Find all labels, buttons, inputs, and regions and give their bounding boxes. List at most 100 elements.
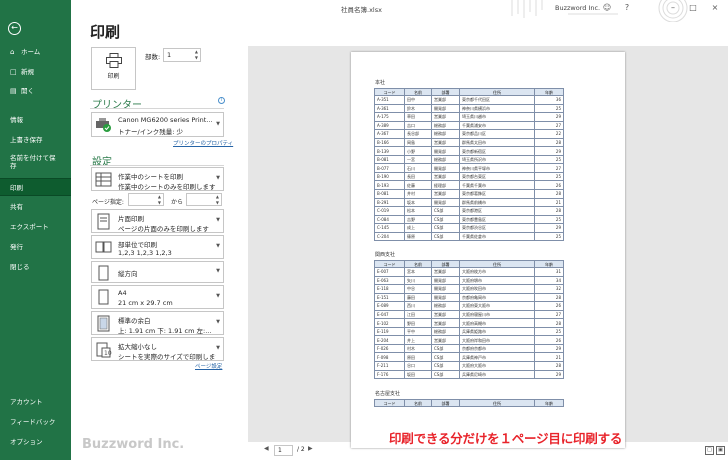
table-row: F-026 村木 CS部 京都府京都市 29 [374, 343, 564, 354]
table-cell: 31 [534, 267, 564, 277]
col-header: 年齢 [534, 88, 564, 96]
table-cell: E-204 [374, 335, 405, 345]
collate-select[interactable]: 部単位で印刷 1,2,3 1,2,3 1,2,3 ▼ [91, 235, 224, 259]
print-button-label: 印刷 [107, 73, 120, 80]
data-table: コード 名前 部署 住所 年齢 A-351 田中 営業部 東京都千代田区 36 A-361… [374, 88, 564, 242]
info-icon[interactable]: i [218, 97, 225, 104]
table-cell: 一宮 [404, 154, 432, 165]
title-bar: 社員名簿.xlsx Buzzword Inc. ☺ ? – □ × [71, 0, 728, 22]
pages-from-field[interactable]: ▲ ▼ [128, 193, 164, 206]
table-row: E-119 平中 総務部 兵庫県姫路市 25 [374, 326, 564, 337]
nav-item-account[interactable]: アカウント [0, 393, 71, 411]
table-row: E-047 江田 営業部 大阪府寝屋川市 27 [374, 309, 564, 320]
table-cell: 25 [534, 154, 564, 165]
table-cell: 総務部 [431, 326, 460, 337]
table-cell: 29 [534, 112, 564, 122]
setting-line1: 作業中のシートを印刷 [118, 173, 183, 181]
smiley-icon[interactable]: ☺ [602, 3, 612, 13]
table-row: B-291 坂本 開発部 群馬県前橋市 21 [374, 197, 564, 208]
table-cell: 32 [534, 284, 564, 294]
nav-item-new[interactable]: □ 新規 [0, 63, 71, 81]
table-cell: A-389 [374, 120, 405, 131]
table-cell: E-102 [374, 318, 405, 328]
table-cell: 宮本 [404, 267, 432, 277]
table-row: E-118 中谷 開発部 大阪府吹田市 32 [374, 284, 564, 294]
table-cell: 大阪府高槻市 [459, 318, 535, 328]
close-icon[interactable]: × [710, 3, 720, 13]
nav-item-print[interactable]: 印刷 [0, 178, 71, 196]
table-cell: 28 [534, 361, 564, 371]
col-header: コード [374, 399, 405, 407]
print-what-select[interactable]: 作業中のシートを印刷 作業中のシートのみを印刷します ▼ [91, 167, 224, 191]
nav-item-publish[interactable]: 発行 [0, 238, 71, 256]
chevron-down-icon: ▼ [216, 175, 220, 181]
spin-arrows-icon[interactable]: ▲ ▼ [216, 194, 219, 206]
table-cell: 29 [534, 343, 564, 354]
table-cell: 佐藤 [404, 180, 432, 190]
minimize-icon[interactable]: – [668, 3, 678, 13]
setting-line1: 拡大縮小なし [118, 343, 157, 351]
table-cell: CS部 [431, 352, 460, 362]
table-cell: 営業部 [431, 335, 460, 345]
scaling-select[interactable]: 100 拡大縮小なし シートを実際のサイズで印刷します ▼ [91, 337, 224, 361]
nav-item-export[interactable]: エクスポート [0, 218, 71, 236]
account-name[interactable]: Buzzword Inc. [555, 4, 600, 12]
table-cell: 29 [534, 223, 564, 233]
table-cell: 29 [534, 369, 564, 380]
orientation-select[interactable]: 縦方向 ▼ [91, 261, 224, 283]
nav-item-home[interactable]: ⌂ ホーム [0, 43, 71, 61]
table-cell: 25 [534, 171, 564, 182]
table-cell: 28 [534, 137, 564, 148]
table-cell: CS部 [431, 223, 460, 233]
table-cell: F-176 [374, 369, 405, 380]
setting-line1: 縦方向 [118, 270, 138, 278]
table-cell: 井上 [404, 335, 432, 345]
table-cell: 岡島 [404, 137, 432, 148]
table-cell: 東京都新宿区 [459, 146, 535, 156]
paper-size-select[interactable]: A4 21 cm x 29.7 cm ▼ [91, 285, 224, 309]
nav-item-save-as[interactable]: 名前を付けて保存 [0, 151, 71, 173]
table-cell: CS部 [431, 206, 460, 216]
table-cell: E-118 [374, 284, 405, 294]
nav-item-share[interactable]: 共有 [0, 198, 71, 216]
show-margins-icon[interactable]: □ [705, 446, 714, 455]
copies-stepper[interactable]: 1 ▲ ▼ [163, 48, 201, 62]
margins-select[interactable]: 標準の余白 上: 1.91 cm 下: 1.91 cm 左:... ▼ [91, 311, 224, 335]
printer-select[interactable]: Canon MG6200 series Print... トナー/インク残量: … [91, 112, 224, 137]
table-row: A-351 田中 営業部 東京都千代田区 36 [374, 95, 564, 105]
page-setup-link[interactable]: ページ設定 [195, 362, 222, 370]
spin-arrows-icon[interactable]: ▲ ▼ [158, 194, 161, 206]
back-arrow-icon[interactable]: ← [8, 22, 21, 35]
zoom-to-page-icon[interactable]: ▣ [716, 446, 725, 455]
prev-page-icon[interactable]: ◀ [264, 445, 269, 452]
table-cell: 25 [534, 103, 564, 114]
col-header: コード [374, 88, 405, 96]
restore-icon[interactable]: □ [688, 3, 698, 13]
table-cell: 営業部 [431, 95, 460, 105]
nav-item-save[interactable]: 上書き保存 [0, 131, 71, 149]
table-cell: 経理部 [431, 180, 460, 190]
help-icon[interactable]: ? [622, 3, 632, 13]
sides-select[interactable]: 片面印刷 ページの片面のみを印刷します ▼ [91, 209, 224, 233]
table-cell: CS部 [431, 214, 460, 225]
table-row: E-151 藤田 開発部 京都府亀岡市 28 [374, 292, 564, 303]
nav-item-feedback[interactable]: フィードバック [0, 413, 71, 431]
table-row: B-077 石川 開発部 神奈川県平塚市 27 [374, 163, 564, 173]
nav-item-open[interactable]: ▤ 開く [0, 82, 71, 100]
nav-label: フィードバック [10, 418, 56, 426]
table-cell: 長谷部 [404, 129, 432, 139]
pages-to-field[interactable]: ▲ ▼ [186, 193, 222, 206]
spin-arrows-icon[interactable]: ▲ ▼ [195, 49, 198, 61]
next-page-icon[interactable]: ▶ [308, 445, 313, 452]
printer-properties-link[interactable]: プリンターのプロパティ [173, 139, 233, 147]
print-button[interactable]: 印刷 [91, 47, 136, 90]
table-cell: 開発部 [431, 284, 460, 294]
pages-label: ページ指定: [92, 199, 124, 206]
table-cell: 26 [534, 301, 564, 311]
section-title: 本社 [375, 80, 386, 86]
table-cell: F-211 [374, 361, 405, 371]
current-page-input[interactable]: 1 [274, 445, 293, 456]
nav-item-options[interactable]: オプション [0, 433, 71, 451]
nav-item-close[interactable]: 閉じる [0, 258, 71, 276]
nav-item-info[interactable]: 情報 [0, 111, 71, 129]
